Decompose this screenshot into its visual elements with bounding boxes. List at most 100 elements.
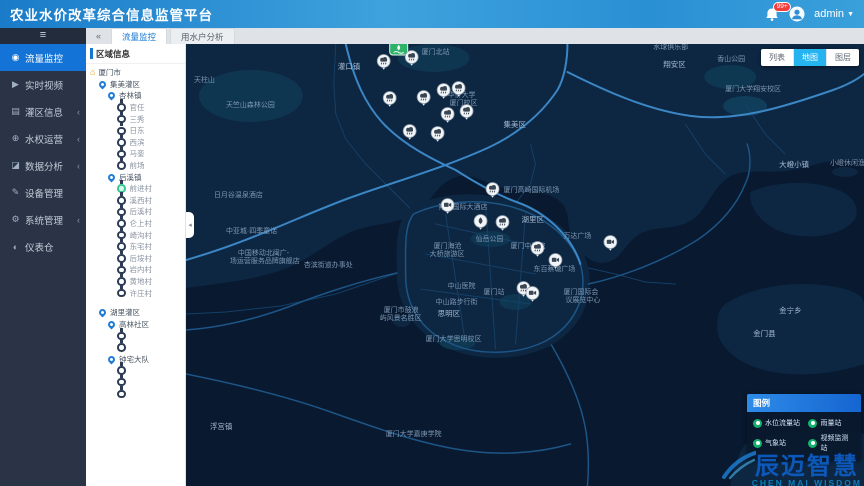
- sidebar-item-label: 仪表仓: [25, 240, 54, 254]
- tree-item-label: 钟宅大队: [119, 354, 149, 365]
- tree-connector: [120, 180, 123, 184]
- map-label: 小嶝休闲渔村: [830, 158, 864, 167]
- map-label: 日月谷温泉酒店: [214, 190, 263, 199]
- tab-water-user-analysis[interactable]: 用水户分析: [170, 28, 235, 45]
- map-label: 厦门海沧: [434, 241, 462, 250]
- tree-item-黄地村[interactable]: 黄地村: [86, 276, 185, 288]
- tab-flow-monitoring[interactable]: 流量监控: [111, 28, 167, 45]
- map-label: 湖里区: [522, 215, 545, 224]
- sidebar-item-system-management[interactable]: ⚙系统管理‹: [0, 206, 86, 233]
- legend-title: 图例: [747, 394, 861, 412]
- tree-item-label: 官任: [130, 102, 145, 113]
- tree-item-高林社区[interactable]: 高林社区: [86, 318, 185, 330]
- sidebar-item-water-rights[interactable]: ⊕水权运营‹: [0, 125, 86, 152]
- village-node-icon: [117, 289, 126, 298]
- map-label: 大嶝小镇: [779, 159, 809, 169]
- tree-item-东宅村[interactable]: 东宅村: [86, 241, 185, 253]
- tree-item-仑上村[interactable]: 仑上村: [86, 218, 185, 230]
- sidebar-item-device-management[interactable]: ✎设备管理: [0, 179, 86, 206]
- view-layers-button[interactable]: 图层: [826, 49, 859, 66]
- collapse-panel-handle[interactable]: ◂: [186, 212, 194, 238]
- tree-item-西滨[interactable]: 西滨: [86, 137, 185, 149]
- tree-connector: [120, 204, 123, 208]
- tree-item-日东[interactable]: 日东: [86, 125, 185, 137]
- app-title: 农业水价改革综合信息监管平台: [10, 4, 213, 24]
- sidebar-item-flow-monitoring[interactable]: ◉流量监控: [0, 44, 86, 71]
- map-label: 仙岳公园: [476, 234, 504, 243]
- tree-item-前场[interactable]: 前场: [86, 160, 185, 172]
- map-label: 中国移动北闽广-: [238, 248, 290, 257]
- user-menu[interactable]: admin ▼: [814, 8, 854, 20]
- tree-item-label: 西滨: [130, 137, 145, 148]
- tab-bar: « 流量监控用水户分析: [86, 28, 864, 44]
- sidebar-item-irrigation-info[interactable]: ▤灌区信息‹: [0, 98, 86, 125]
- tree-item[interactable]: [86, 342, 185, 354]
- tree-item-label: 马銮: [130, 148, 145, 159]
- view-list-button[interactable]: 列表: [761, 49, 793, 66]
- tree-item-label: 黄地村: [130, 276, 153, 287]
- map-label: 中亚城·四季童话: [226, 226, 277, 235]
- marker-cluster[interactable]: [390, 44, 408, 55]
- tree-item-集美灌区[interactable]: 集美灌区: [86, 79, 185, 91]
- tree-item-钟宅大队[interactable]: 钟宅大队: [86, 353, 185, 365]
- tree-item-后溪镇[interactable]: 后溪镇: [86, 171, 185, 183]
- region-tree: ⌂厦门市集美灌区杏林镇官任三秀日东西滨马銮前场后溪镇前进村溪西村后溪村仑上村崎沟…: [86, 64, 185, 400]
- tree-item[interactable]: [86, 330, 185, 342]
- tree-item-马銮[interactable]: 马銮: [86, 148, 185, 160]
- username: admin: [814, 8, 844, 20]
- tree-item-许庄村[interactable]: 许庄村: [86, 287, 185, 299]
- map-label: 中山医院: [448, 281, 476, 290]
- legend-item-label: 气象站: [765, 438, 786, 448]
- legend-item: 雨量站: [808, 418, 855, 428]
- dashboard-icon: ◐: [9, 242, 22, 252]
- map-label: 厦门高崎国际机场: [504, 185, 560, 194]
- map-label: 浮宫镇: [210, 421, 233, 431]
- sidebar-item-dashboard-hub[interactable]: ◐仪表仓: [0, 233, 86, 260]
- sidebar-item-data-analysis[interactable]: ◪数据分析‹: [0, 152, 86, 179]
- map-container[interactable]: 水球俱乐部厦门北站灌口镇天柱山天竺山森林公园华侨大学厦门校区集美区翔安区香山公园…: [186, 44, 864, 486]
- map-label: 中山路步行街: [436, 297, 478, 306]
- video-icon: ▶: [9, 79, 22, 90]
- tree-item-杏林镇[interactable]: 杏林镇: [86, 90, 185, 102]
- sidebar-collapse-button[interactable]: ≡: [0, 28, 86, 44]
- tree-item-崎沟村[interactable]: 崎沟村: [86, 229, 185, 241]
- region-panel-title: 区域信息: [86, 44, 185, 64]
- village-node-icon: [117, 343, 126, 352]
- tree-item[interactable]: [86, 376, 185, 388]
- tree-item[interactable]: [86, 388, 185, 400]
- collapse-tabs-icon[interactable]: «: [96, 31, 101, 41]
- tree-connector: [120, 215, 123, 219]
- tree-item-label: 许庄村: [130, 288, 153, 299]
- map-label: 厦门大学思明校区: [426, 334, 482, 343]
- tree-item-厦门市[interactable]: ⌂厦门市: [86, 67, 185, 79]
- tree-item-后溪村[interactable]: 后溪村: [86, 206, 185, 218]
- map-pin-icon: [107, 91, 117, 101]
- notifications-button[interactable]: 99+: [764, 7, 780, 22]
- tree-connector: [120, 157, 123, 161]
- tree-connector: [120, 227, 123, 231]
- sidebar-item-realtime-video[interactable]: ▶实时视频: [0, 71, 86, 98]
- avatar[interactable]: [789, 6, 805, 22]
- tree-connector: [120, 273, 123, 277]
- sidebar-item-label: 设备管理: [25, 186, 63, 200]
- tree-item[interactable]: [86, 365, 185, 377]
- tree-connector: [120, 339, 123, 343]
- map-label: 厦门国际会: [563, 287, 598, 296]
- tree-item-三秀[interactable]: 三秀: [86, 113, 185, 125]
- gear-icon: ⚙: [9, 214, 22, 225]
- tree-item-岩内村[interactable]: 岩内村: [86, 264, 185, 276]
- map-pin-icon: [98, 308, 108, 318]
- tree-item-后垵村[interactable]: 后垵村: [86, 253, 185, 265]
- view-map-button[interactable]: 地图: [793, 49, 826, 66]
- tree-item-溪西村[interactable]: 溪西村: [86, 195, 185, 207]
- map-label: 大桥旅游区: [430, 249, 465, 258]
- tree-connector: [120, 328, 123, 332]
- tree-item-官任[interactable]: 官任: [86, 102, 185, 114]
- map-legend: 图例 水位流量站雨量站气象站视频监测站: [747, 394, 861, 460]
- tree-item-前进村[interactable]: 前进村: [86, 183, 185, 195]
- tree-item-湖里灌区[interactable]: 湖里灌区: [86, 307, 185, 319]
- tree-connector: [120, 374, 123, 378]
- sidebar-item-label: 流量监控: [25, 51, 63, 65]
- station-pin-icon: [808, 419, 817, 428]
- tree-connector: [120, 386, 123, 390]
